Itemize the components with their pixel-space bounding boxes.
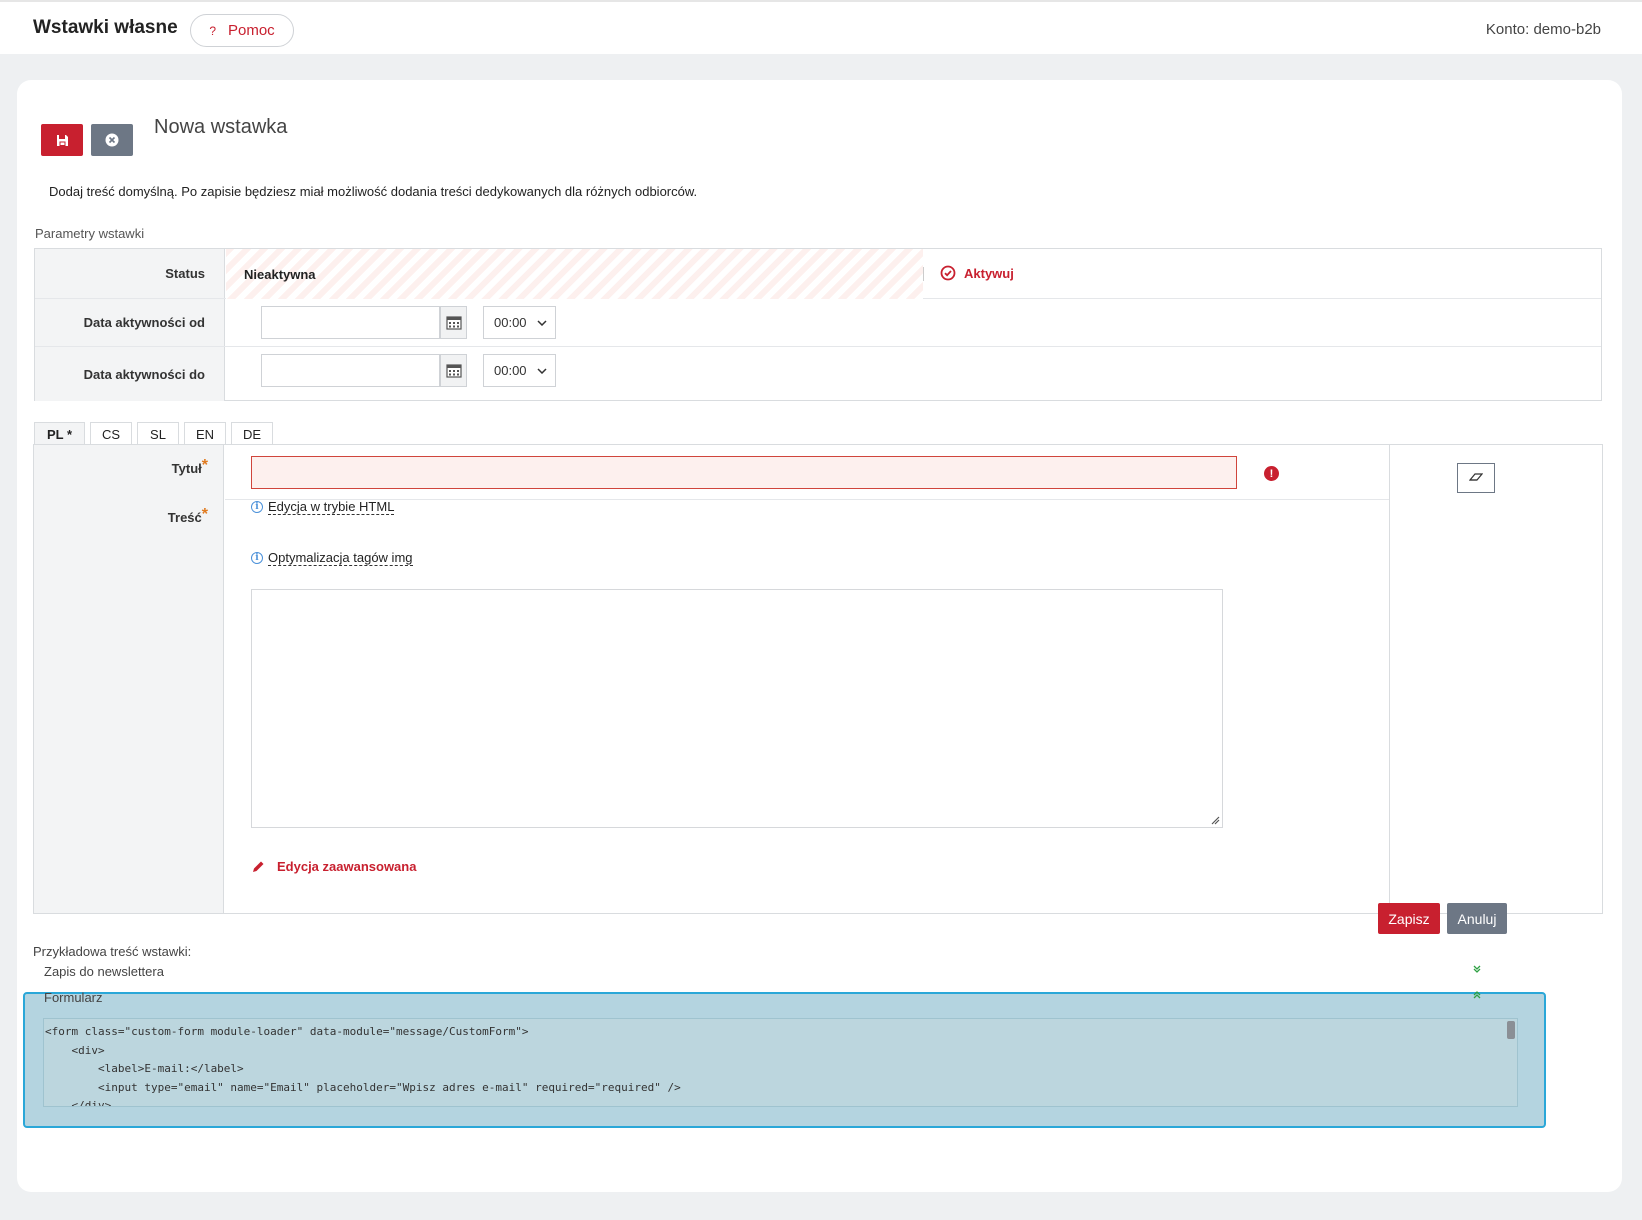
chevron-down-icon [537,367,547,374]
time-from-select[interactable]: 00:00 [483,306,556,339]
calendar-icon [445,316,462,330]
labels-column: Tytuł* Treść* [34,445,224,913]
status-row: Status Nieaktywna Aktywuj [35,249,1601,299]
date-to-row: Data aktywności do 00:00 [35,347,1601,401]
body-textarea[interactable] [251,589,1223,828]
status-label: Status [35,249,225,298]
save-toolbar-button[interactable] [41,124,83,156]
tab-pl[interactable]: PL * [34,422,85,445]
account-label: Konto: demo-b2b [1485,21,1601,38]
date-from-calendar-button[interactable] [440,306,467,339]
activate-label: Aktywuj [964,265,1014,281]
html-edit-hint-text: Edycja w trybie HTML [268,499,395,515]
date-from-row: Data aktywności od 00:00 [35,299,1601,347]
code-line: <input type="email" name="Email" placeho… [45,1080,681,1094]
error-icon: ! [1264,466,1279,481]
question-icon: ? [209,23,216,38]
code-line: <label>E-mail:</label> [45,1062,244,1075]
pencil-icon [253,861,264,872]
row-divider [225,499,1389,500]
code-line: <div> [45,1043,105,1057]
title-field-label: Tytuł* [171,457,208,478]
info-text: Dodaj treść domyślną. Po zapisie będzies… [49,184,698,199]
img-optimization-hint-text: Optymalizacja tagów img [268,550,413,566]
info-icon: i [251,501,263,513]
calendar-icon [445,364,462,378]
advanced-edit-link[interactable]: Edycja zaawansowana [251,859,416,874]
language-tabs: PL * CS SL EN DE [34,422,273,445]
chevron-down-icon [537,319,547,326]
help-label: Pomoc [228,22,275,39]
img-optimization-hint[interactable]: i Optymalizacja tagów img [251,550,413,566]
date-to-label: Data aktywności do [35,347,225,401]
help-button[interactable]: ? Pomoc [190,14,294,47]
floppy-disk-icon [56,134,68,146]
body-label-text: Treść [167,510,202,525]
check-circle-icon [940,265,956,281]
examples-label: Przykładowa treść wstawki: [33,944,192,959]
collapse-chevron-icon[interactable] [1473,991,1481,1002]
required-mark: * [201,506,208,523]
top-bar: Wstawki własne ? Pomoc Konto: demo-b2b [0,0,1642,54]
tab-cs[interactable]: CS [90,422,132,445]
params-table: Status Nieaktywna Aktywuj Data aktywnośc… [34,248,1602,401]
close-circle-icon [105,133,119,147]
example-code-block[interactable]: <form class="custom-form module-loader" … [43,1018,1518,1107]
date-to-calendar-button[interactable] [440,354,467,387]
right-column-divider [1389,445,1390,913]
body-field-label: Treść* [167,506,208,527]
example-form[interactable]: Formularz [44,990,103,1005]
status-value: Nieaktywna [226,249,923,299]
cancel-button[interactable]: Anuluj [1447,903,1507,934]
date-to-input[interactable] [261,354,440,387]
time-to-select[interactable]: 00:00 [483,354,556,387]
eraser-icon [1469,473,1483,481]
params-section-label: Parametry wstawki [35,226,145,241]
title-label-text: Tytuł [171,461,202,476]
activate-button[interactable]: Aktywuj [940,265,1014,281]
time-to-value: 00:00 [494,363,527,378]
content-editor-box: Tytuł* Treść* ! i Edycja w trybie HTML i… [33,444,1603,914]
page-heading: Nowa wstawka [154,116,288,138]
tab-en[interactable]: EN [184,422,226,445]
code-line: <form class="custom-form module-loader" … [45,1025,529,1038]
html-edit-hint[interactable]: i Edycja w trybie HTML [251,499,395,515]
scrollbar-thumb[interactable] [1507,1021,1515,1039]
app-title: Wstawki własne [33,17,178,38]
status-divider [923,267,924,281]
close-toolbar-button[interactable] [91,124,133,156]
resize-grip-icon[interactable] [1210,815,1220,825]
clear-button[interactable] [1457,463,1495,493]
code-line: </div> [45,1099,112,1107]
info-icon: i [251,552,263,564]
tab-de[interactable]: DE [231,422,273,445]
required-mark: * [201,457,208,474]
time-from-value: 00:00 [494,315,527,330]
save-button[interactable]: Zapisz [1378,903,1440,934]
example-newsletter[interactable]: Zapis do newslettera [44,964,164,979]
main-card: Nowa wstawka Dodaj treść domyślną. Po za… [17,80,1622,1192]
date-from-input[interactable] [261,306,440,339]
title-input[interactable] [251,456,1237,489]
expand-chevron-icon[interactable] [1473,965,1481,976]
advanced-edit-label: Edycja zaawansowana [277,859,417,874]
date-from-label: Data aktywności od [35,299,225,346]
tab-sl[interactable]: SL [137,422,179,445]
